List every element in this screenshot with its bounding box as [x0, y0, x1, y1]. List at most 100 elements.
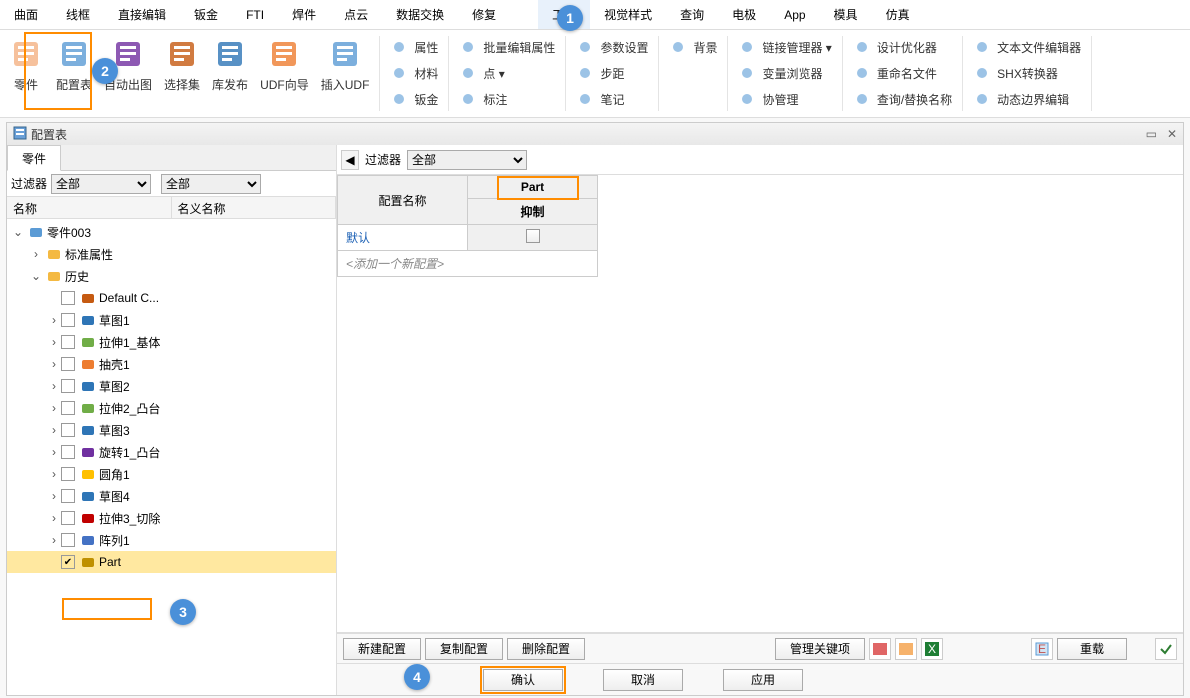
menu-7[interactable]: 数据交换 — [382, 0, 458, 29]
menu-16[interactable]: 仿真 — [872, 0, 924, 29]
twisty-icon[interactable]: › — [47, 489, 61, 503]
tree-row[interactable]: ›草图2 — [7, 375, 336, 397]
checkbox[interactable] — [61, 445, 75, 459]
ribbon-small-link[interactable]: 链接管理器 ▾ — [738, 34, 831, 60]
close-icon[interactable]: ✕ — [1167, 127, 1177, 141]
menu-9[interactable] — [510, 0, 538, 29]
checkbox[interactable] — [61, 423, 75, 437]
ribbon-small-prop[interactable]: 属性 — [390, 34, 438, 60]
delete-config-button[interactable]: 删除配置 — [507, 638, 585, 660]
ribbon-small-dyn[interactable]: 动态边界编辑 — [973, 86, 1081, 112]
menu-0[interactable]: 曲面 — [0, 0, 52, 29]
tree-row[interactable]: ›草图3 — [7, 419, 336, 441]
tree-row[interactable]: ⌄零件003 — [7, 221, 336, 243]
manage-keys-button[interactable]: 管理关键项 — [775, 638, 865, 660]
ribbon-small-opt[interactable]: 设计优化器 — [853, 34, 952, 60]
menu-12[interactable]: 查询 — [666, 0, 718, 29]
menu-11[interactable]: 视觉样式 — [590, 0, 666, 29]
tree-row[interactable]: ›旋转1_凸台 — [7, 441, 336, 463]
right-filter-select[interactable]: 全部 — [407, 150, 527, 170]
twisty-icon[interactable]: › — [47, 357, 61, 371]
ribbon-udfins[interactable]: 插入UDF — [315, 30, 376, 117]
tree-row[interactable]: ✔Part — [7, 551, 336, 573]
reload-button[interactable]: 重载 — [1057, 638, 1127, 660]
checkbox[interactable] — [61, 401, 75, 415]
checkbox[interactable] — [61, 291, 75, 305]
ribbon-small-sm[interactable]: 钣金 — [390, 86, 438, 112]
ribbon-small-bg[interactable]: 背景 — [669, 34, 717, 60]
twisty-icon[interactable]: › — [47, 335, 61, 349]
ribbon-small-mgr[interactable]: 协管理 — [738, 86, 831, 112]
tree-row[interactable]: ›抽壳1 — [7, 353, 336, 375]
ribbon-small-batch[interactable]: 批量编辑属性 — [459, 34, 555, 60]
menu-13[interactable]: 电极 — [718, 0, 770, 29]
ribbon-small-txt[interactable]: 文本文件编辑器 — [973, 34, 1081, 60]
tab-part[interactable]: 零件 — [7, 145, 61, 171]
excel-icon[interactable]: X — [921, 638, 943, 660]
menu-8[interactable]: 修复 — [458, 0, 510, 29]
twisty-icon[interactable]: ⌄ — [11, 225, 25, 239]
checkbox[interactable] — [61, 511, 75, 525]
feature-tree[interactable]: ⌄零件003›标准属性⌄历史Default C...›草图1›拉伸1_基体›抽壳… — [7, 219, 336, 695]
ribbon-small-step[interactable]: 步距 — [576, 60, 648, 86]
tree-row[interactable]: ›拉伸1_基体 — [7, 331, 336, 353]
twisty-icon[interactable]: › — [47, 533, 61, 547]
twisty-icon[interactable]: › — [47, 423, 61, 437]
ribbon-small-dim[interactable]: 标注 — [459, 86, 555, 112]
menu-1[interactable]: 线框 — [52, 0, 104, 29]
menu-6[interactable]: 点云 — [330, 0, 382, 29]
ribbon-small-pt[interactable]: 点 ▾ — [459, 60, 555, 86]
twisty-icon[interactable]: ⌄ — [29, 269, 43, 283]
cancel-button[interactable]: 取消 — [603, 669, 683, 691]
ribbon-small-mat[interactable]: 材料 — [390, 60, 438, 86]
filter-select-1[interactable]: 全部 — [51, 174, 151, 194]
ribbon-cfgtable[interactable]: 配置表 — [50, 30, 98, 117]
suppress-checkbox[interactable] — [468, 225, 598, 251]
ribbon-small-note[interactable]: 笔记 — [576, 86, 648, 112]
ok-button[interactable]: 确认 — [483, 669, 563, 691]
ribbon-small-shx[interactable]: SHX转换器 — [973, 60, 1081, 86]
checkbox[interactable] — [61, 379, 75, 393]
nav-prev-button[interactable]: ◀ — [341, 150, 359, 170]
ribbon-libpub[interactable]: 库发布 — [206, 30, 254, 117]
folder-orange-icon[interactable] — [895, 638, 917, 660]
refresh-icon[interactable]: E — [1031, 638, 1053, 660]
ribbon-part[interactable]: 零件 — [2, 30, 50, 117]
twisty-icon[interactable]: › — [47, 313, 61, 327]
folder-red-icon[interactable] — [869, 638, 891, 660]
checkbox[interactable] — [61, 335, 75, 349]
checkbox[interactable] — [61, 489, 75, 503]
restore-icon[interactable]: ▭ — [1146, 127, 1157, 141]
menu-5[interactable]: 焊件 — [278, 0, 330, 29]
checkbox[interactable] — [61, 357, 75, 371]
add-config-row[interactable]: <添加一个新配置> — [338, 251, 598, 277]
twisty-icon[interactable]: › — [47, 401, 61, 415]
tree-row[interactable]: ›阵列1 — [7, 529, 336, 551]
checkbox[interactable]: ✔ — [61, 555, 75, 569]
twisty-icon[interactable]: › — [29, 247, 43, 261]
filter-select-2[interactable]: 全部 — [161, 174, 261, 194]
tree-row[interactable]: ⌄历史 — [7, 265, 336, 287]
new-config-button[interactable]: 新建配置 — [343, 638, 421, 660]
ribbon-small-ren[interactable]: 重命名文件 — [853, 60, 952, 86]
tree-row[interactable]: ›标准属性 — [7, 243, 336, 265]
menu-4[interactable]: FTI — [232, 0, 278, 29]
apply-button[interactable]: 应用 — [723, 669, 803, 691]
checkbox[interactable] — [61, 313, 75, 327]
checkbox[interactable] — [61, 533, 75, 547]
tree-row[interactable]: ›草图1 — [7, 309, 336, 331]
twisty-icon[interactable]: › — [47, 467, 61, 481]
menu-15[interactable]: 模具 — [820, 0, 872, 29]
menu-2[interactable]: 直接编辑 — [104, 0, 180, 29]
twisty-icon[interactable]: › — [47, 445, 61, 459]
ribbon-small-find[interactable]: 查询/替换名称 — [853, 86, 952, 112]
twisty-icon[interactable]: › — [47, 379, 61, 393]
ribbon-small-param[interactable]: 参数设置 — [576, 34, 648, 60]
row-default[interactable]: 默认 — [338, 225, 468, 251]
checkbox[interactable] — [61, 467, 75, 481]
tree-row[interactable]: Default C... — [7, 287, 336, 309]
apply-check-icon[interactable] — [1155, 638, 1177, 660]
ribbon-selset[interactable]: 选择集 — [158, 30, 206, 117]
menu-3[interactable]: 钣金 — [180, 0, 232, 29]
copy-config-button[interactable]: 复制配置 — [425, 638, 503, 660]
